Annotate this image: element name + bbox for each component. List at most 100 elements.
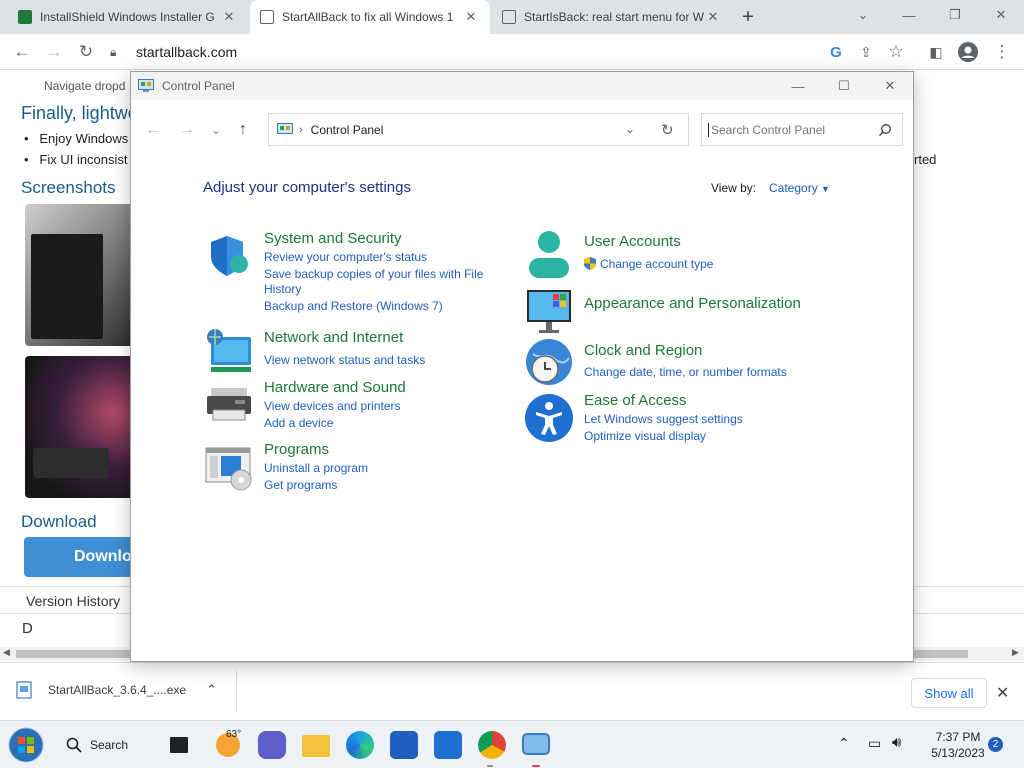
close-icon[interactable]: ✕ [704, 9, 722, 25]
category-link[interactable]: Change account type [600, 257, 713, 271]
category-link[interactable]: Let Windows suggest settings [584, 412, 743, 426]
restore-button[interactable]: ❐ [932, 0, 978, 30]
page-title: Adjust your computer's settings [203, 179, 411, 196]
network-status-icon[interactable]: ▭ [868, 735, 881, 752]
view-by-dropdown[interactable]: Category ▼ [769, 181, 830, 195]
teams-chat-icon[interactable] [258, 731, 286, 759]
category-link[interactable]: View devices and printers [264, 399, 401, 413]
breadcrumb-item[interactable]: Control Panel [311, 123, 384, 137]
forward-arrow-icon[interactable]: → [42, 40, 66, 64]
printer-icon[interactable] [205, 382, 253, 430]
category-title[interactable]: Appearance and Personalization [584, 295, 801, 312]
search-icon[interactable] [878, 123, 892, 137]
menu-kebab-icon[interactable]: ⋮ [990, 40, 1014, 64]
category-link[interactable]: Backup and Restore (Windows 7) [264, 299, 443, 313]
tab-search-chevron-icon[interactable]: ⌄ [840, 0, 886, 30]
control-panel-taskbar-icon[interactable] [522, 733, 550, 755]
profile-avatar-icon[interactable] [956, 40, 980, 64]
category-link[interactable]: Optimize visual display [584, 429, 706, 443]
edge-browser-icon[interactable] [346, 731, 374, 759]
close-button[interactable]: ✕ [867, 72, 913, 100]
chevron-up-icon[interactable]: ⌃ [206, 682, 217, 698]
bullet-text: Fix UI inconsist [39, 152, 128, 167]
category-title[interactable]: Programs [264, 441, 329, 458]
category-link[interactable]: Review your computer's status [264, 250, 427, 264]
side-panel-icon[interactable]: ◧ [924, 40, 948, 64]
google-lens-icon[interactable]: G [824, 40, 848, 64]
category-link[interactable]: View network status and tasks [264, 353, 425, 367]
mail-icon[interactable] [434, 731, 462, 759]
uac-shield-icon [584, 257, 596, 270]
bookmark-star-icon[interactable]: ☆ [884, 40, 908, 64]
scroll-right-icon[interactable]: ▶ [1012, 647, 1019, 658]
scroll-left-icon[interactable]: ◀ [3, 647, 10, 658]
accessibility-icon[interactable] [525, 394, 573, 442]
window-title-bar[interactable]: Control Panel — ☐ ✕ [131, 72, 913, 100]
search-input[interactable] [708, 122, 868, 137]
address-dropdown-chevron-icon[interactable]: ⌄ [625, 122, 635, 136]
start-button-orb-icon[interactable] [8, 727, 44, 763]
clock-date: 5/13/2023 [931, 746, 985, 760]
category-link[interactable]: Save backup copies of your files with Fi… [264, 267, 483, 281]
network-globe-icon[interactable] [205, 327, 253, 375]
category-title[interactable]: User Accounts [584, 233, 681, 250]
maximize-button[interactable]: ☐ [821, 72, 867, 100]
forward-arrow-icon[interactable]: → [179, 121, 195, 139]
category-link[interactable]: Uninstall a program [264, 461, 368, 475]
category-link[interactable]: Change date, time, or number formats [584, 365, 787, 379]
category-link[interactable]: History [264, 282, 301, 296]
taskbar-search-button[interactable]: Search [66, 731, 128, 759]
address-breadcrumb-bar[interactable]: › Control Panel ⌄ ↻ [268, 113, 689, 146]
category-link[interactable]: Add a device [264, 416, 333, 430]
category-title[interactable]: Ease of Access [584, 392, 687, 409]
back-arrow-icon[interactable]: ← [10, 40, 34, 64]
download-button[interactable]: Downlo [24, 537, 144, 577]
minimize-button[interactable]: — [775, 72, 821, 100]
lock-icon[interactable]: 🔒︎ [110, 45, 130, 60]
shield-icon[interactable] [205, 232, 253, 280]
category-title[interactable]: System and Security [264, 230, 402, 247]
search-box[interactable] [701, 113, 903, 146]
download-item[interactable]: StartAllBack_3.6.4_....exe ⌃ [16, 681, 217, 699]
screenshot-thumbnail[interactable] [25, 356, 135, 498]
category-title[interactable]: Network and Internet [264, 329, 403, 346]
clock-area[interactable]: 7:37 PM 5/13/2023 [920, 729, 996, 761]
installshield-favicon-icon [18, 10, 32, 24]
task-view-icon[interactable] [170, 737, 188, 753]
control-panel-app-icon [138, 79, 154, 92]
monitor-personalization-icon[interactable] [525, 288, 573, 336]
back-arrow-icon[interactable]: ← [145, 121, 161, 139]
address-bar[interactable]: 🔒︎ startallback.com [110, 38, 914, 66]
tray-chevron-up-icon[interactable]: ⌃ [838, 735, 850, 752]
notification-badge[interactable]: 2 [988, 737, 1003, 752]
up-arrow-icon[interactable]: ↑ [239, 121, 247, 139]
share-icon[interactable]: ⇪ [854, 40, 878, 64]
volume-icon[interactable]: 🔊︎ [892, 734, 901, 751]
category-title[interactable]: Hardware and Sound [264, 379, 406, 396]
new-tab-button[interactable]: + [738, 6, 758, 29]
close-button[interactable]: ✕ [978, 0, 1024, 30]
refresh-icon[interactable]: ↻ [661, 121, 674, 139]
close-icon[interactable]: ✕ [220, 9, 238, 25]
browser-toolbar: ← → ↻ 🔒︎ startallback.com G ⇪ ☆ ◧ ⋮ [0, 34, 1024, 70]
browser-tab-startallback[interactable]: StartAllBack to fix all Windows 1 ✕ [250, 0, 490, 34]
programs-icon[interactable] [205, 444, 253, 492]
screenshot-thumbnail[interactable] [25, 204, 135, 346]
browser-tab-startisback[interactable]: StartIsBack: real start menu for W ✕ [492, 0, 732, 34]
chrome-icon[interactable] [478, 731, 506, 759]
microsoft-store-icon[interactable] [390, 731, 418, 759]
clock-globe-icon[interactable] [525, 338, 573, 386]
page-favicon-icon [502, 10, 516, 24]
minimize-button[interactable]: — [886, 0, 932, 30]
breadcrumb-separator-icon[interactable]: › [299, 124, 303, 136]
close-icon[interactable]: ✕ [462, 9, 480, 25]
file-explorer-icon[interactable] [302, 735, 330, 757]
recent-locations-chevron-icon[interactable]: ⌄ [211, 123, 221, 137]
reload-icon[interactable]: ↻ [74, 40, 98, 64]
category-link[interactable]: Get programs [264, 478, 337, 492]
category-title[interactable]: Clock and Region [584, 342, 702, 359]
show-all-button[interactable]: Show all [911, 678, 987, 708]
close-icon[interactable]: ✕ [996, 683, 1009, 703]
browser-tab-installshield[interactable]: InstallShield Windows Installer G ✕ [8, 0, 248, 34]
user-accounts-icon[interactable] [525, 230, 573, 278]
